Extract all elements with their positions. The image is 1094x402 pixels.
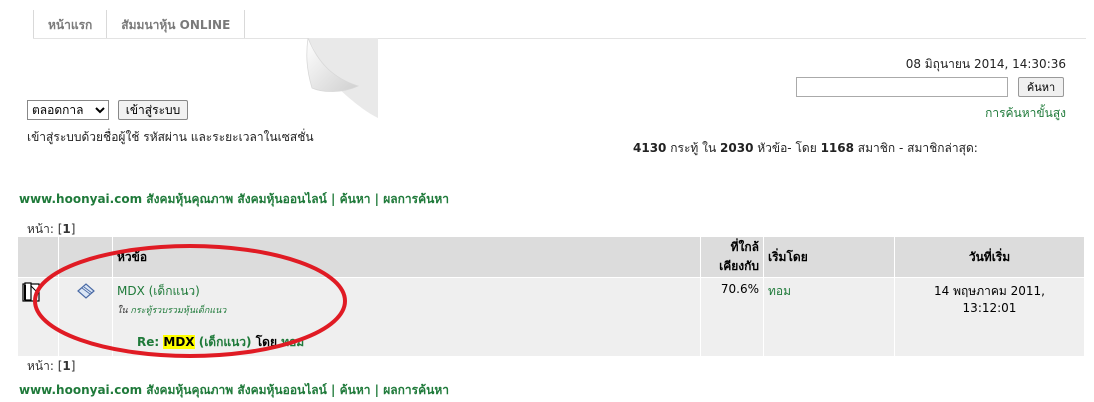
breadcrumb-home-link[interactable]: www.hoonyai.com สังคมหุ้นคุณภาพ สังคมหุ้… <box>19 383 327 397</box>
started-by-link[interactable]: ทอม <box>768 284 791 298</box>
start-date-line1: 14 พฤษภาคม 2011, <box>934 284 1045 298</box>
breadcrumb-search-link[interactable]: ค้นหา <box>340 192 371 206</box>
breadcrumb-separator: | <box>331 383 336 397</box>
breadcrumb: www.hoonyai.com สังคมหุ้นคุณภาพ สังคมหุ้… <box>19 190 449 209</box>
tab-seminar-online[interactable]: สัมมนาหุ้น ONLINE <box>107 10 246 38</box>
breadcrumb-separator: | <box>374 192 380 206</box>
breadcrumb-home-link[interactable]: www.hoonyai.com สังคมหุ้นคุณภาพ สังคมหุ้… <box>19 192 327 206</box>
members-label: สมาชิก - สมาชิกล่าสุด: <box>857 141 978 155</box>
topics-label: หัวข้อ- โดย <box>757 141 817 155</box>
red-annotation-circle <box>33 244 347 358</box>
start-date-cell: 14 พฤษภาคม 2011, 13:12:01 <box>894 277 1085 357</box>
search-button[interactable]: ค้นหา <box>1018 77 1064 97</box>
session-duration-select[interactable]: ตลอดกาล <box>27 100 109 120</box>
breadcrumb-separator: | <box>331 192 336 206</box>
pagination-current-page[interactable]: 1 <box>62 222 70 236</box>
started-by-cell: ทอม <box>763 277 895 357</box>
pagination-label: หน้า: <box>27 222 54 236</box>
advanced-search-link[interactable]: การค้นหาขั้นสูง <box>985 104 1066 123</box>
posts-count: 4130 <box>633 141 667 155</box>
tab-home[interactable]: หน้าแรก <box>33 10 108 38</box>
pagination-label: หน้า: <box>27 359 54 373</box>
start-date-line2: 13:12:01 <box>962 301 1017 315</box>
pagination-current-page[interactable]: 1 <box>62 359 70 373</box>
current-datetime: 08 มิถุนายน 2014, 14:30:36 <box>905 57 1066 71</box>
breadcrumb-results-link[interactable]: ผลการค้นหา <box>383 192 449 206</box>
login-button[interactable]: เข้าสู่ระบบ <box>118 100 188 120</box>
top-nav-tabs: หน้าแรก สัมมนาหุ้น ONLINE <box>33 10 1086 39</box>
page-curl-decoration <box>306 38 378 118</box>
col-started-by-header: เริ่มโดย <box>763 236 895 278</box>
members-count: 1168 <box>820 141 854 155</box>
col-relevance-header: ที่ใกล้ เคียงกับ <box>700 236 764 278</box>
forum-stats: 4130 กระทู้ ใน 2030 หัวข้อ- โดย 1168 สมา… <box>633 139 978 158</box>
breadcrumb-search-link[interactable]: ค้นหา <box>340 383 371 397</box>
relevance-header-line2: เคียงกับ <box>719 259 759 273</box>
breadcrumb-separator: | <box>374 383 380 397</box>
search-input[interactable] <box>796 77 1008 97</box>
relevance-header-line1: ที่ใกล้ <box>730 240 759 254</box>
login-note: เข้าสู่ระบบด้วยชื่อผู้ใช้ รหัสผ่าน และระ… <box>27 130 314 144</box>
col-start-date-header: วันที่เริ่ม <box>894 236 1085 278</box>
breadcrumb-results-link[interactable]: ผลการค้นหา <box>383 383 449 397</box>
posts-label: กระทู้ ใน <box>670 141 717 155</box>
relevance-cell: 70.6% <box>700 277 764 357</box>
topics-count: 2030 <box>720 141 754 155</box>
breadcrumb-bottom: www.hoonyai.com สังคมหุ้นคุณภาพ สังคมหุ้… <box>19 381 449 400</box>
